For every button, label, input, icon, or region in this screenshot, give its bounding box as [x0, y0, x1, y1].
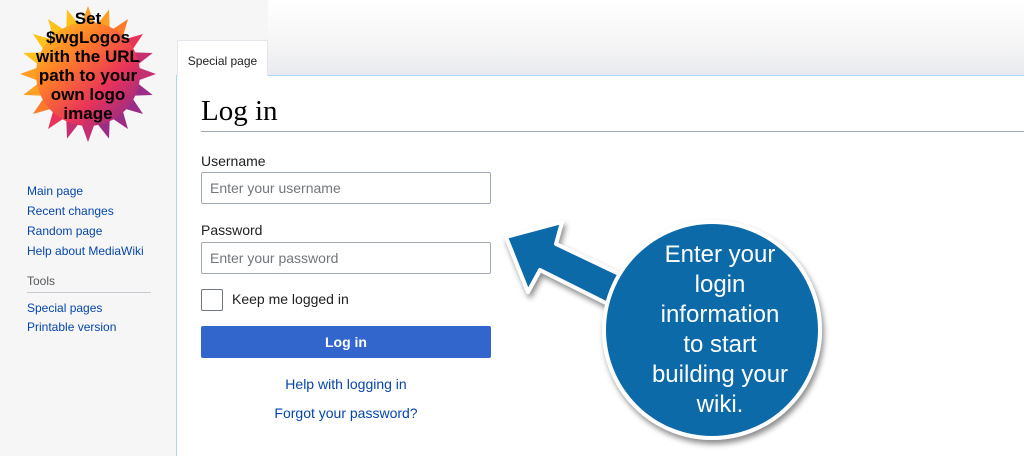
annotation-callout — [504, 220, 822, 440]
annotation-text: Enter your login information to start bu… — [651, 241, 789, 418]
